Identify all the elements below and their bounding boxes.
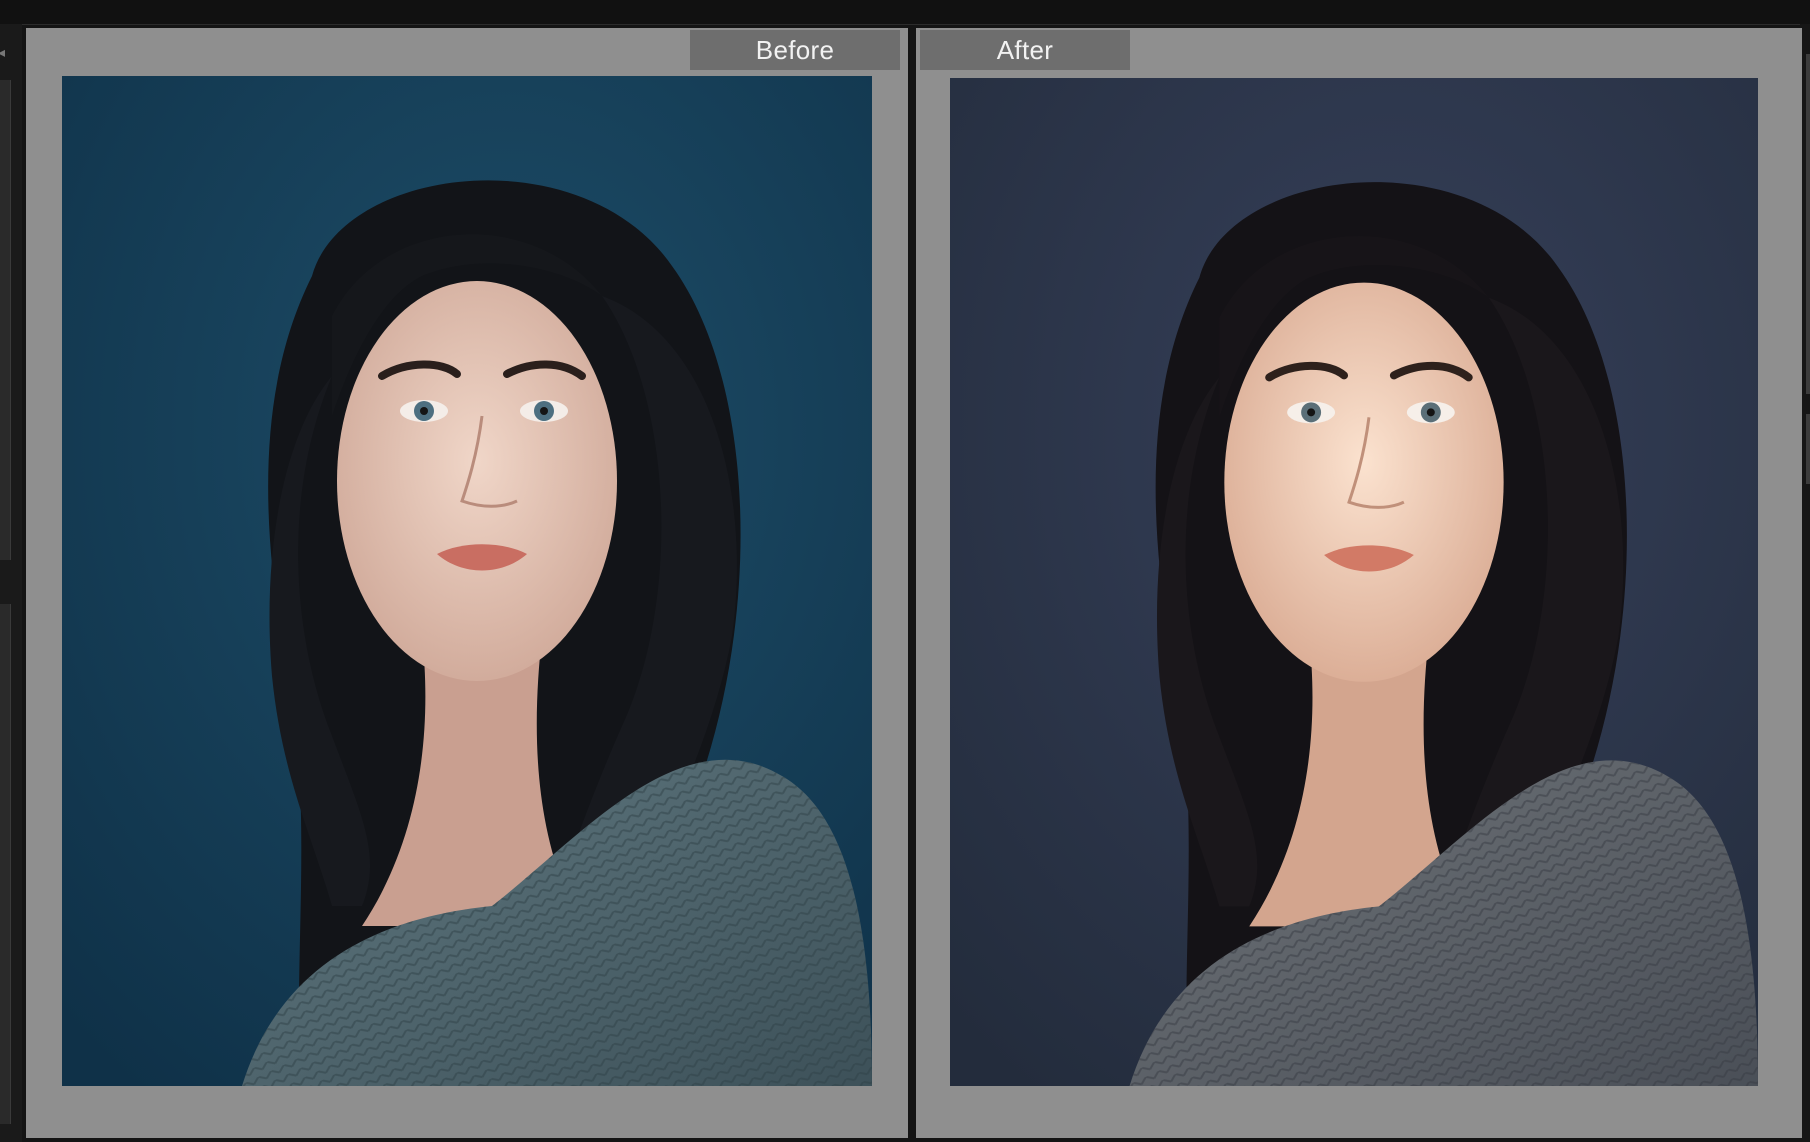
before-after-compare-view: ◂ Before After xyxy=(0,0,1810,1142)
portrait-image-edited xyxy=(950,78,1758,1086)
collapse-left-panel-icon[interactable]: ◂ xyxy=(0,44,5,61)
right-scrollbar-lower[interactable] xyxy=(1806,414,1810,484)
left-panel-edge: ◂ xyxy=(0,24,22,1142)
before-pane: Before xyxy=(26,28,908,1138)
after-pane: After xyxy=(916,28,1802,1138)
before-photo[interactable] xyxy=(62,76,872,1086)
right-scrollbar-upper[interactable] xyxy=(1806,54,1810,394)
after-label: After xyxy=(920,30,1130,70)
left-panel-track-lower[interactable] xyxy=(0,604,11,1124)
pane-divider xyxy=(908,28,916,1142)
top-toolbar-strip xyxy=(0,0,1810,25)
before-label: Before xyxy=(690,30,900,70)
left-panel-track[interactable] xyxy=(0,80,11,560)
after-photo[interactable] xyxy=(950,78,1758,1086)
portrait-image xyxy=(62,76,872,1086)
